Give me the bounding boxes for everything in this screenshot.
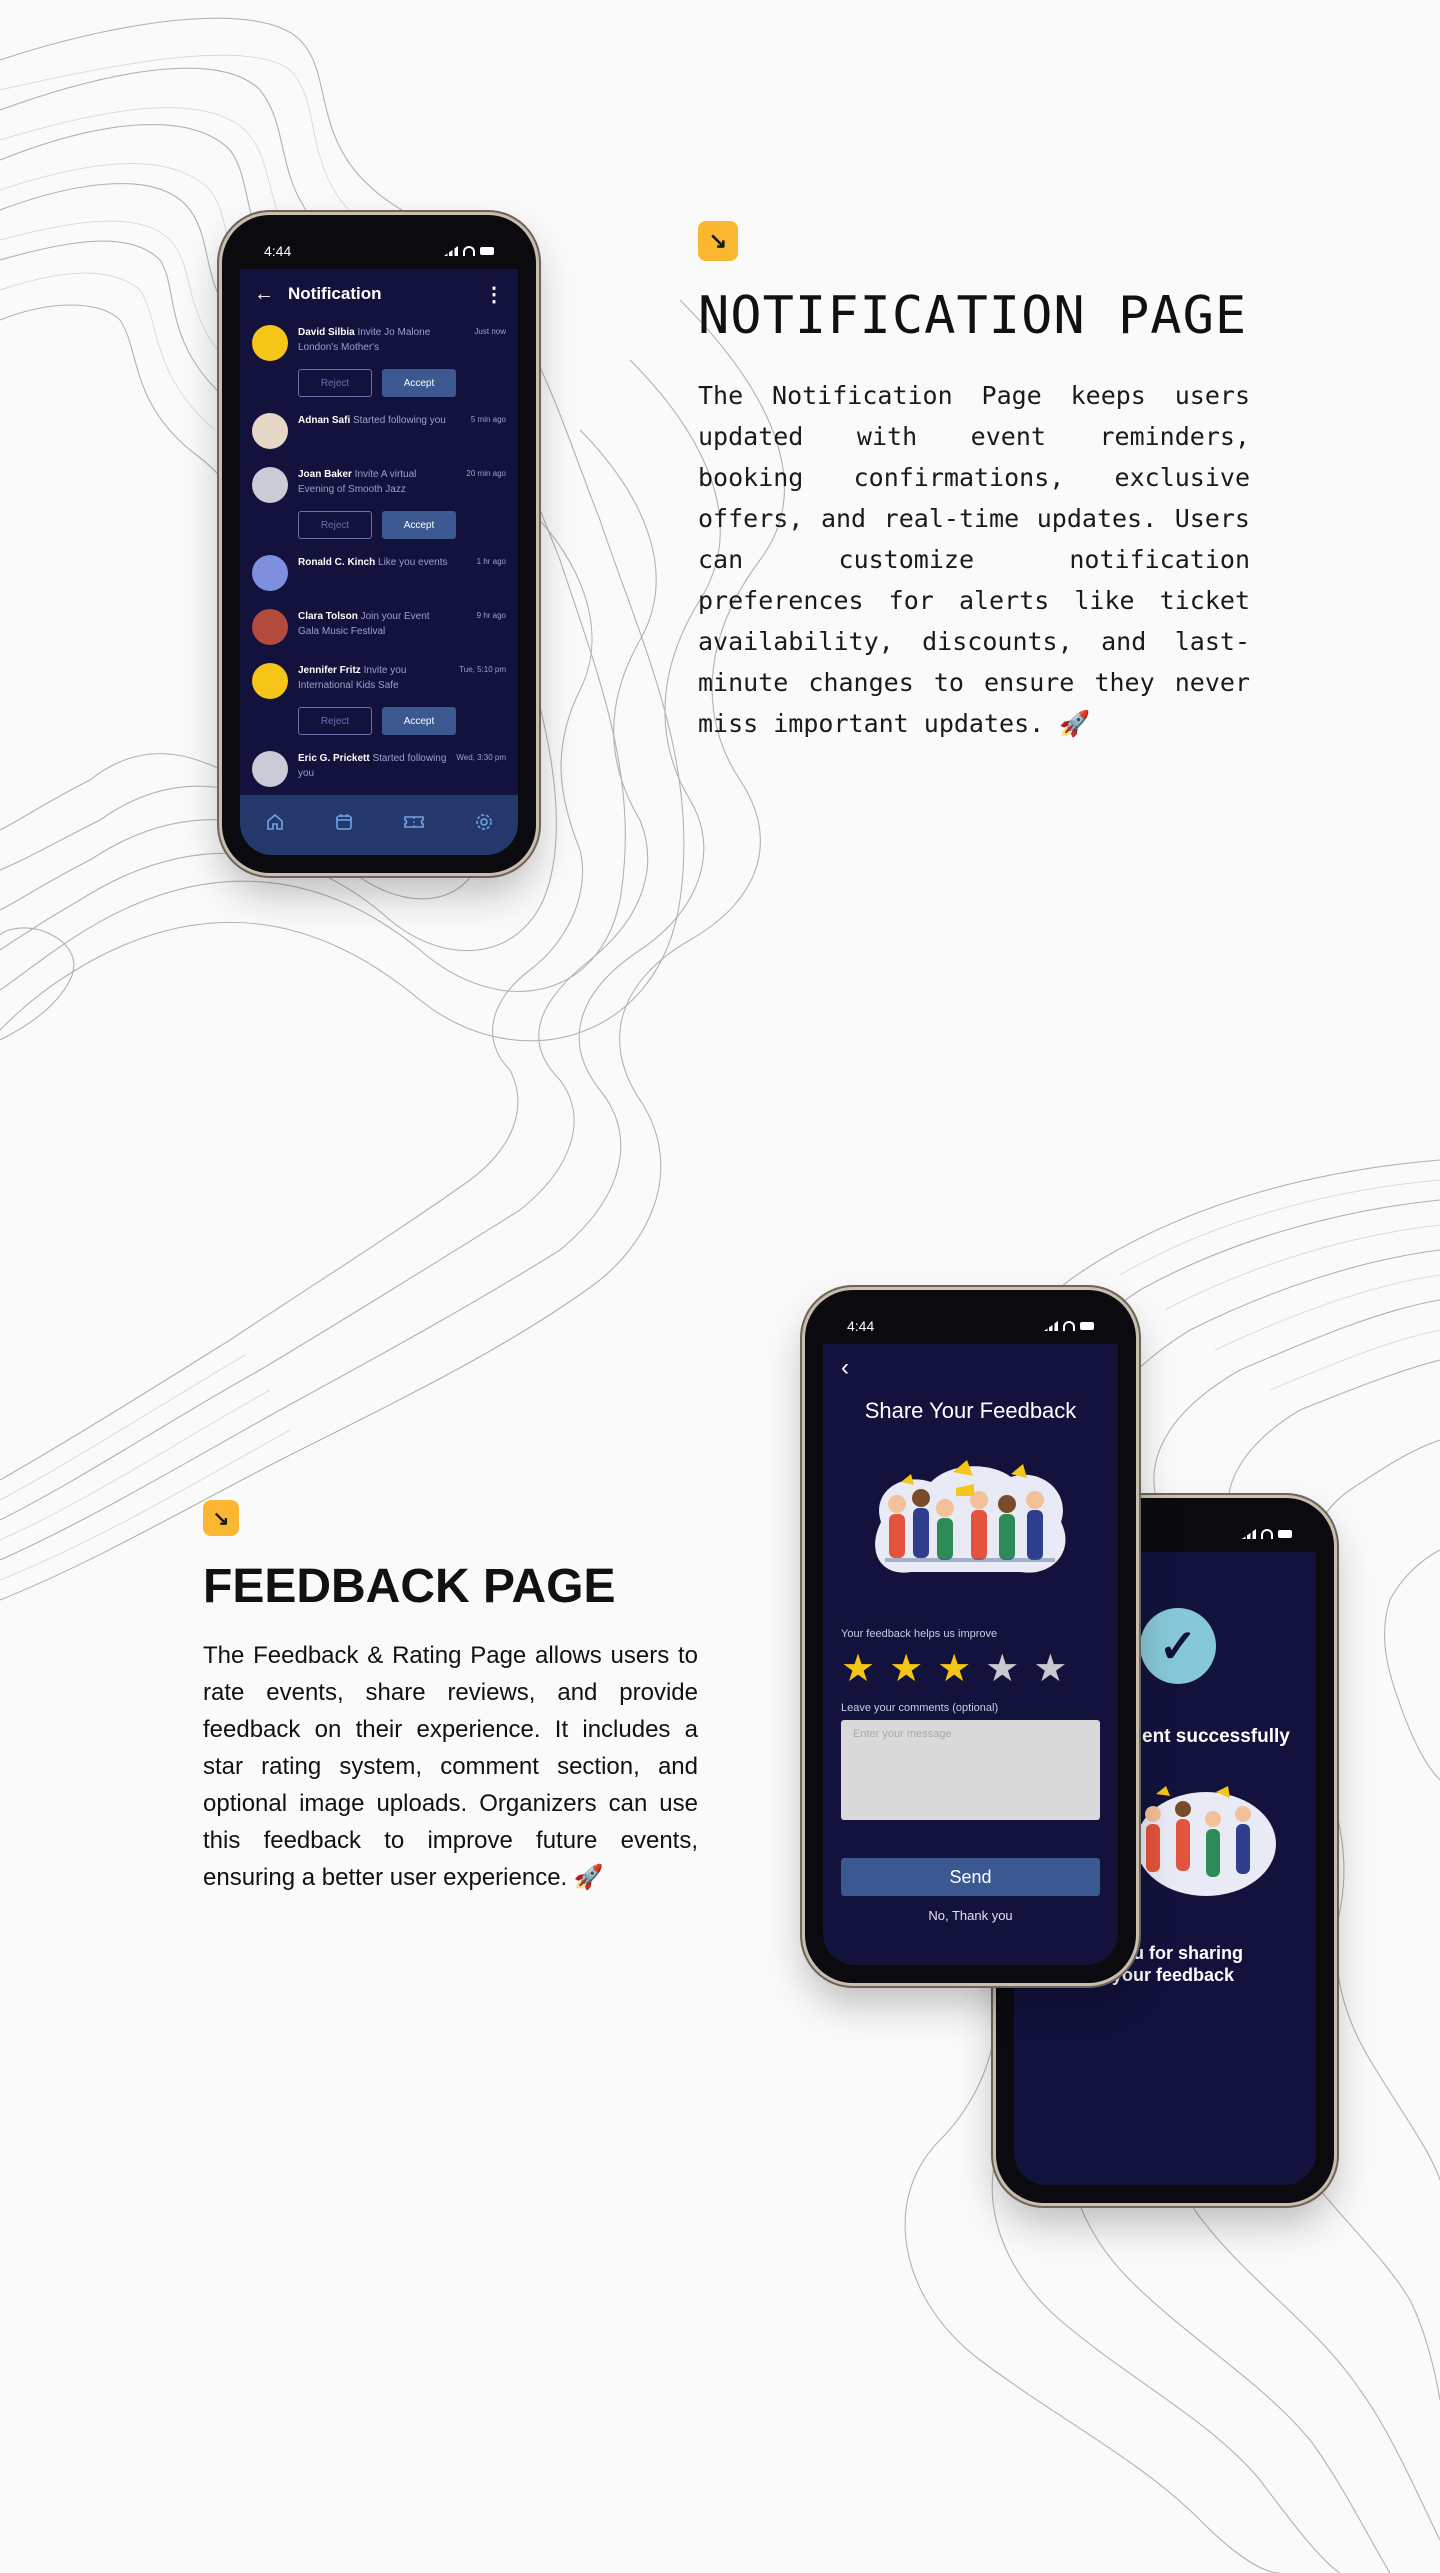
avatar xyxy=(252,325,288,361)
star-icon[interactable]: ★ xyxy=(1033,1650,1067,1688)
notification-screen: 4:44 ← Notification ⋮ David Silbia Invit… xyxy=(240,233,518,855)
back-chevron-icon[interactable]: ‹ xyxy=(823,1344,1118,1388)
home-icon[interactable] xyxy=(265,812,285,838)
star-rating[interactable]: ★ ★ ★ ★ ★ xyxy=(823,1640,1118,1688)
feedback-phone-mockup: 4:44 ‹ Share Your Feedback Your feedback… xyxy=(805,1290,1136,1983)
notification-action: Started following you xyxy=(353,415,446,426)
notification-user-name: David Silbia xyxy=(298,327,355,338)
star-icon[interactable]: ★ xyxy=(937,1650,971,1688)
notification-user-name: Eric G. Prickett xyxy=(298,753,370,764)
avatar xyxy=(252,413,288,449)
avatar xyxy=(252,467,288,503)
reject-button[interactable]: Reject xyxy=(298,369,372,397)
notification-time: Wed, 3:30 pm xyxy=(456,753,506,762)
settings-icon[interactable] xyxy=(474,812,494,838)
avatar xyxy=(252,609,288,645)
signal-icon xyxy=(1242,1529,1256,1539)
status-time: 4:44 xyxy=(847,1318,875,1334)
status-bar: 4:44 xyxy=(240,233,518,269)
feedback-title: Share Your Feedback xyxy=(864,1398,1077,1423)
battery-icon xyxy=(480,247,494,255)
notification-item[interactable]: Eric G. Prickett Started following you We… xyxy=(240,745,518,787)
reject-button[interactable]: Reject xyxy=(298,707,372,735)
notification-list: David Silbia Invite Jo Malone London's M… xyxy=(240,319,518,787)
notification-time: 5 min ago xyxy=(470,415,506,424)
send-button[interactable]: Send xyxy=(841,1858,1100,1896)
bottom-navigation xyxy=(240,795,518,855)
check-icon: ✓ xyxy=(1140,1608,1216,1684)
notification-action: Like you events xyxy=(378,557,448,568)
accept-button[interactable]: Accept xyxy=(382,369,456,397)
no-thank-you-link[interactable]: No, Thank you xyxy=(823,1908,1118,1923)
notification-text: Clara Tolson Join your Event Gala Music … xyxy=(298,609,506,645)
comments-label: Leave your comments (optional) xyxy=(841,1702,999,1714)
battery-icon xyxy=(1278,1530,1292,1538)
star-icon[interactable]: ★ xyxy=(889,1650,923,1688)
feedback-section-description: The Feedback & Rating Page allows users … xyxy=(203,1642,698,1891)
wifi-icon xyxy=(1261,1529,1273,1539)
feedback-illustration xyxy=(1136,1786,1276,1896)
more-options-icon[interactable]: ⋮ xyxy=(484,282,504,307)
feedback-section-title: FEEDBACK PAGE xyxy=(203,1560,616,1613)
wifi-icon xyxy=(1063,1321,1075,1331)
notification-user-name: Adnan Safi xyxy=(298,415,351,426)
notification-user-name: Jennifer Fritz xyxy=(298,665,361,676)
star-icon[interactable]: ★ xyxy=(985,1650,1019,1688)
notification-item[interactable]: David Silbia Invite Jo Malone London's M… xyxy=(240,319,518,397)
avatar xyxy=(252,663,288,699)
notification-page-title: Notification xyxy=(288,284,382,303)
sent-success-text: ent successfully xyxy=(1142,1726,1290,1747)
status-bar: 4:44 xyxy=(823,1308,1118,1344)
feedback-screen: 4:44 ‹ Share Your Feedback Your feedback… xyxy=(823,1308,1118,1965)
status-time: 4:44 xyxy=(264,243,292,259)
avatar xyxy=(252,751,288,787)
notification-section-description: The Notification Page keeps users update… xyxy=(698,381,1250,738)
notification-user-name: Clara Tolson xyxy=(298,611,358,622)
thank-you-line-2: your feedback xyxy=(1112,1965,1235,1985)
star-icon[interactable]: ★ xyxy=(841,1650,875,1688)
notification-user-name: Ronald C. Kinch xyxy=(298,557,376,568)
notification-item[interactable]: Adnan Safi Started following you 5 min ag… xyxy=(240,407,518,449)
battery-icon xyxy=(1080,1322,1094,1330)
arrow-down-right-icon: ↘ xyxy=(203,1500,239,1536)
wifi-icon xyxy=(463,246,475,256)
notification-time: Tue, 5:10 pm xyxy=(459,665,506,674)
notification-text: Ronald C. Kinch Like you events xyxy=(298,555,506,591)
notification-item[interactable]: Ronald C. Kinch Like you events 1 hr ago xyxy=(240,549,518,591)
notification-header: ← Notification ⋮ xyxy=(240,269,518,319)
reject-button[interactable]: Reject xyxy=(298,511,372,539)
notification-user-name: Joan Baker xyxy=(298,469,352,480)
feedback-illustration xyxy=(874,1460,1065,1573)
notification-item[interactable]: Clara Tolson Join your Event Gala Music … xyxy=(240,603,518,645)
calendar-icon[interactable] xyxy=(334,812,354,838)
notification-item[interactable]: Joan Baker Invite A virtual Evening of S… xyxy=(240,461,518,539)
notification-section-title: NOTIFICATION PAGE xyxy=(698,286,1248,346)
signal-icon xyxy=(444,246,458,256)
comment-textarea[interactable]: Enter your message xyxy=(841,1720,1100,1820)
arrow-down-right-icon: ↘ xyxy=(698,221,738,261)
accept-button[interactable]: Accept xyxy=(382,707,456,735)
notification-item[interactable]: Jennifer Fritz Invite you International … xyxy=(240,657,518,735)
notification-time: 1 hr ago xyxy=(476,557,506,566)
accept-button[interactable]: Accept xyxy=(382,511,456,539)
notification-time: 20 min ago xyxy=(466,469,506,478)
signal-icon xyxy=(1044,1321,1058,1331)
notification-phone-mockup: 4:44 ← Notification ⋮ David Silbia Invit… xyxy=(222,215,536,873)
helps-label: Your feedback helps us improve xyxy=(841,1628,998,1640)
notification-time: Just now xyxy=(474,327,506,336)
avatar xyxy=(252,555,288,591)
back-arrow-icon[interactable]: ← xyxy=(254,283,274,306)
notification-time: 9 hr ago xyxy=(476,611,506,620)
ticket-icon[interactable] xyxy=(403,812,425,838)
